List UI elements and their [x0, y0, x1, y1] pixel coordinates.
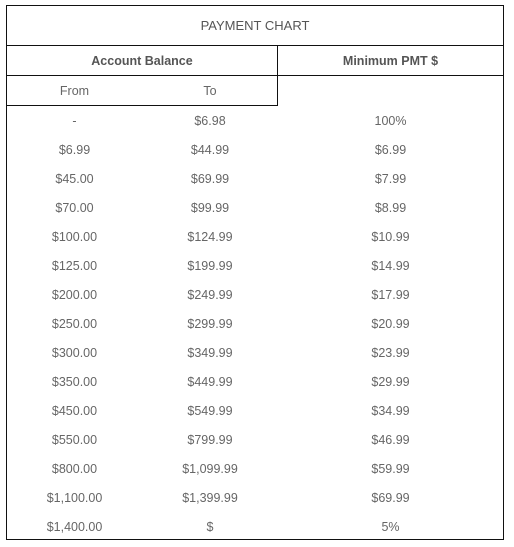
table-row: $1,100.00 $1,399.99 $69.99	[7, 483, 503, 512]
min-pmt-cell: $59.99	[371, 461, 410, 476]
to-cell: $449.99	[187, 374, 233, 389]
table-row: $6.99 $44.99 $6.99	[7, 135, 503, 164]
min-pmt-cell: $6.99	[374, 142, 407, 157]
table-row: $800.00 $1,099.99 $59.99	[7, 454, 503, 483]
from-cell: -	[72, 113, 77, 128]
to-cell: $1,099.99	[182, 461, 238, 476]
table-row: $300.00 $349.99 $23.99	[7, 338, 503, 367]
to-cell: $249.99	[187, 287, 233, 302]
from-cell: $550.00	[51, 432, 98, 447]
payment-chart-table: PAYMENT CHART Account Balance Minimum PM…	[6, 5, 504, 540]
from-cell: $1,400.00	[46, 519, 103, 534]
min-pmt-cell: 5%	[381, 519, 400, 534]
table-row: $45.00 $69.99 $7.99	[7, 164, 503, 193]
from-header: From	[59, 83, 90, 98]
account-balance-header: Account Balance	[7, 46, 278, 76]
from-cell: $300.00	[51, 345, 98, 360]
table-row: $200.00 $249.99 $17.99	[7, 280, 503, 309]
to-cell: $799.99	[187, 432, 233, 447]
to-cell: $124.99	[187, 229, 233, 244]
from-cell: $250.00	[51, 316, 98, 331]
min-pmt-cell: $23.99	[371, 345, 410, 360]
to-cell: $199.99	[187, 258, 233, 273]
min-pmt-cell: $29.99	[371, 374, 410, 389]
table-row: $70.00 $99.99 $8.99	[7, 193, 503, 222]
min-pmt-cell: $69.99	[371, 490, 410, 505]
from-cell: $70.00	[55, 200, 94, 215]
min-pmt-cell: $7.99	[374, 171, 407, 186]
to-cell: $44.99	[190, 142, 230, 157]
to-cell: $299.99	[187, 316, 233, 331]
to-cell: $99.99	[190, 200, 230, 215]
to-cell: $549.99	[187, 403, 233, 418]
min-pmt-cell: $20.99	[371, 316, 410, 331]
table-row: - $6.98 100%	[7, 106, 503, 135]
balance-subheader: From To	[7, 76, 278, 106]
to-cell: $1,399.99	[182, 490, 238, 505]
from-cell: $1,100.00	[46, 490, 103, 505]
table-row: $250.00 $299.99 $20.99	[7, 309, 503, 338]
from-cell: $45.00	[55, 171, 94, 186]
table-row: $350.00 $449.99 $29.99	[7, 367, 503, 396]
table-row: $550.00 $799.99 $46.99	[7, 425, 503, 454]
min-pmt-cell: $14.99	[371, 258, 410, 273]
min-pmt-cell: $10.99	[371, 229, 410, 244]
from-cell: $125.00	[51, 258, 98, 273]
to-cell: $	[206, 519, 214, 534]
min-pmt-cell: $8.99	[374, 200, 407, 215]
table-row: $450.00 $549.99 $34.99	[7, 396, 503, 425]
from-cell: $450.00	[51, 403, 98, 418]
table-row: $125.00 $199.99 $14.99	[7, 251, 503, 280]
chart-title: PAYMENT CHART	[7, 6, 503, 46]
from-cell: $6.99	[58, 142, 91, 157]
min-pmt-cell: $46.99	[371, 432, 410, 447]
minimum-pmt-header: Minimum PMT $	[278, 46, 503, 76]
from-cell: $200.00	[51, 287, 98, 302]
table-row: $1,400.00 $ 5%	[7, 512, 503, 541]
to-cell: $349.99	[187, 345, 233, 360]
from-cell: $800.00	[51, 461, 98, 476]
table-row: $100.00 $124.99 $10.99	[7, 222, 503, 251]
from-cell: $350.00	[51, 374, 98, 389]
min-pmt-cell: 100%	[374, 113, 407, 128]
to-cell: $69.99	[190, 171, 230, 186]
min-pmt-cell: $34.99	[371, 403, 410, 418]
from-cell: $100.00	[51, 229, 98, 244]
to-cell: $6.98	[194, 113, 226, 128]
min-pmt-cell: $17.99	[371, 287, 410, 302]
to-header: To	[203, 83, 217, 98]
table-body: - $6.98 100% $6.99 $44.99 $6.99 $45.00 $…	[7, 106, 503, 541]
